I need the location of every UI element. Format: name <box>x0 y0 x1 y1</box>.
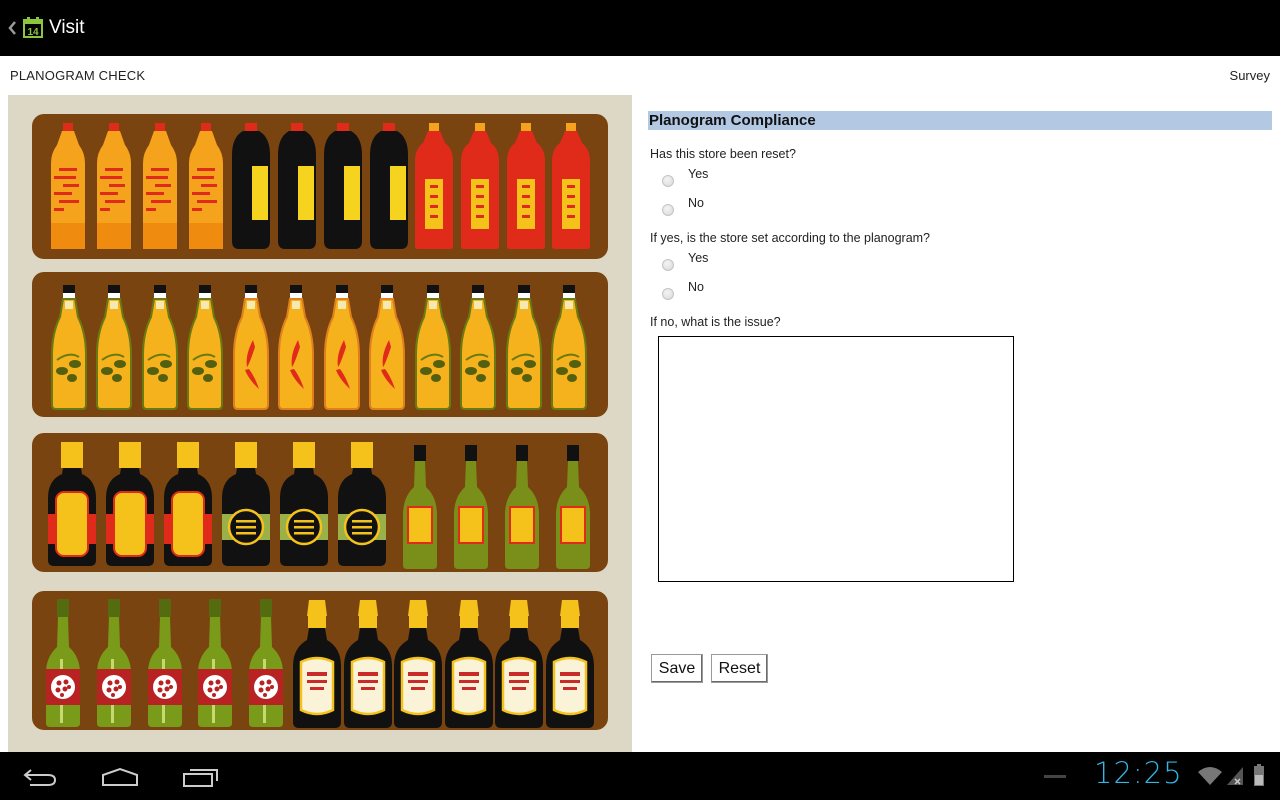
question-store-reset: Has this store been reset? <box>650 147 796 161</box>
system-bar <box>0 752 1280 800</box>
issue-textarea[interactable] <box>658 336 1014 582</box>
reset-button[interactable]: Reset <box>711 654 768 683</box>
radio-button[interactable] <box>662 288 674 300</box>
survey-form: Planogram Compliance Has this store been… <box>648 95 1272 752</box>
calendar-day: 14 <box>27 27 39 38</box>
planogram-image <box>8 95 632 752</box>
app-title: Visit <box>49 17 85 38</box>
page-heading: PLANOGRAM CHECK <box>10 68 146 83</box>
recent-apps-icon[interactable] <box>182 762 220 792</box>
back-icon[interactable] <box>22 762 58 792</box>
signal-icon <box>1226 766 1244 791</box>
radio-label: No <box>688 196 704 210</box>
page-type-label: Survey <box>1229 68 1270 83</box>
up-caret-icon[interactable] <box>6 19 18 37</box>
clock[interactable]: 12:25 <box>1094 756 1183 790</box>
radio-button[interactable] <box>662 259 674 271</box>
radio-label: No <box>688 280 704 294</box>
radio-label: Yes <box>688 167 709 181</box>
radio-button[interactable] <box>662 204 674 216</box>
question-planogram-set: If yes, is the store set according to th… <box>650 231 931 245</box>
action-bar: 14 Visit <box>0 0 1280 56</box>
question-issue: If no, what is the issue? <box>650 315 781 329</box>
radio-label: Yes <box>688 251 709 265</box>
battery-icon <box>1254 764 1264 791</box>
radio-planogram-set-yes[interactable]: Yes <box>662 251 709 271</box>
section-title: Planogram Compliance <box>648 111 1272 130</box>
save-button[interactable]: Save <box>651 654 703 683</box>
radio-store-reset-yes[interactable]: Yes <box>662 167 709 187</box>
notification-dash-icon <box>1044 775 1066 778</box>
calendar-icon[interactable]: 14 <box>23 17 43 38</box>
radio-planogram-set-no[interactable]: No <box>662 280 704 300</box>
wifi-icon <box>1196 766 1224 791</box>
radio-button[interactable] <box>662 175 674 187</box>
home-icon[interactable] <box>100 762 140 792</box>
radio-store-reset-no[interactable]: No <box>662 196 704 216</box>
